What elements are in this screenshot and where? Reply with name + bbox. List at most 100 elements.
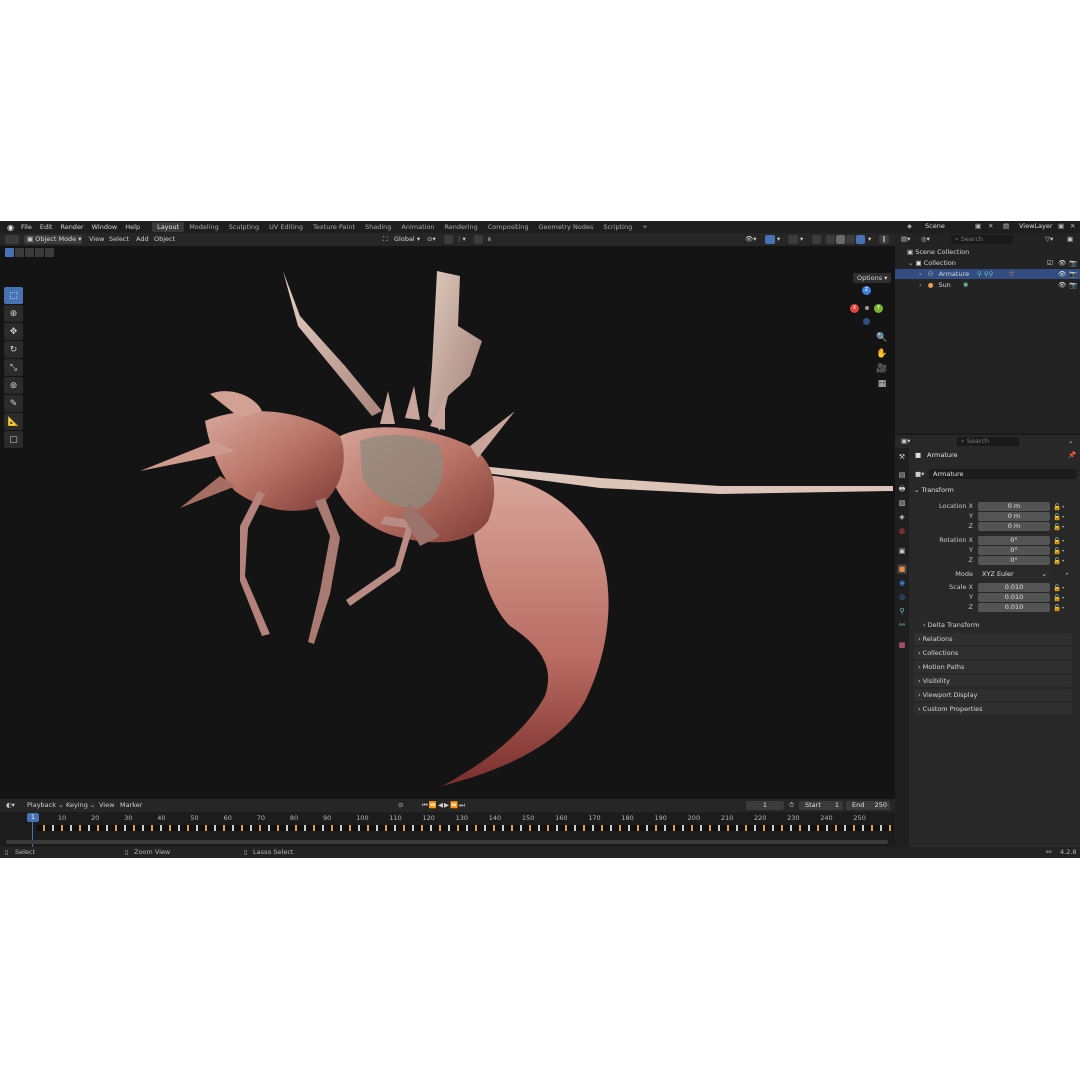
workspace-tab-rendering[interactable]: Rendering — [440, 222, 483, 232]
pin-icon[interactable]: 📌 — [1068, 451, 1076, 459]
menu-view[interactable]: View — [89, 235, 104, 244]
menu-select[interactable]: Select — [109, 235, 129, 244]
panel-relations[interactable]: › Relations — [914, 633, 1072, 645]
gizmo-dropdown-icon[interactable]: ▾ — [777, 235, 780, 244]
scale-z-field[interactable]: 0.010 — [978, 603, 1050, 612]
scale-lock-icons[interactable]: 🔓• 🔓• 🔓• — [1053, 583, 1065, 613]
gizmo-y-axis[interactable]: Y — [874, 304, 883, 313]
outliner-filter-mode-icon[interactable]: ◎▾ — [921, 235, 930, 243]
new-collection-icon[interactable]: ▣ — [1067, 235, 1073, 243]
end-frame-field[interactable]: End 250 — [846, 801, 890, 810]
collection-render-icon[interactable]: 📷 — [1069, 258, 1077, 268]
collection-tab-icon[interactable]: ▣ — [897, 546, 907, 556]
expand-chevron-icon[interactable]: › — [919, 281, 922, 289]
transform-orientation-dropdown[interactable]: Global ▾ — [391, 235, 423, 244]
gizmo-toggle-icon[interactable] — [765, 235, 775, 244]
annotate-tool-icon[interactable]: ✎ — [4, 395, 23, 412]
menu-edit[interactable]: Edit — [36, 223, 57, 231]
scene-selector[interactable]: Scene — [925, 222, 945, 230]
physics-tab-icon[interactable]: ◉ — [897, 578, 907, 588]
measure-tool-icon[interactable]: 📐 — [4, 413, 23, 430]
sun-render-icon[interactable]: 📷 — [1069, 280, 1077, 290]
pan-hand-icon[interactable]: ✋ — [876, 348, 888, 360]
scale-tool-icon[interactable]: ⤡ — [4, 359, 23, 376]
playback-menu[interactable]: Playback ⌄ — [27, 801, 64, 810]
timeline-scrollbar[interactable] — [6, 840, 888, 844]
proportional-editing-icon[interactable] — [474, 235, 483, 244]
timeline-area[interactable]: 10 20 30 40 50 60 70 80 90 100 110 120 130 140 150 160 1… — [0, 812, 895, 847]
rotation-mode-dropdown[interactable]: XYZ Euler ⌄ — [978, 570, 1050, 579]
workspace-tab-compositing[interactable]: Compositing — [483, 222, 534, 232]
scene-collection-row[interactable]: ▣ Scene Collection — [895, 247, 1080, 257]
preview-range-icon[interactable]: ⏱ — [789, 801, 794, 810]
menu-file[interactable]: File — [17, 223, 36, 231]
object-name-field[interactable]: Armature — [929, 469, 1077, 479]
menu-help[interactable]: Help — [121, 223, 144, 231]
timeline-view-menu[interactable]: View — [99, 801, 114, 810]
scale-y-field[interactable]: 0.010 — [978, 593, 1050, 602]
outliner-item-armature[interactable]: › ⚇ Armature ⚲ ⚲⚲ ▽ 👁 📷 — [895, 269, 1080, 279]
panel-custom-properties[interactable]: › Custom Properties — [914, 703, 1072, 715]
scene-tab-icon[interactable]: ◈ — [897, 512, 907, 522]
properties-search-field[interactable]: ⌕ Search — [957, 437, 1019, 446]
collection-visibility-icon[interactable]: 👁 — [1058, 258, 1066, 268]
transform-panel-header[interactable]: ⌄ Transform — [914, 484, 1074, 496]
location-z-field[interactable]: 0 m — [978, 522, 1050, 531]
scale-x-field[interactable]: 0.010 — [978, 583, 1050, 592]
panel-viewport-display[interactable]: › Viewport Display — [914, 689, 1072, 701]
sun-visibility-icon[interactable]: 👁 — [1058, 280, 1066, 290]
constraints-tab-icon[interactable]: ◎ — [897, 592, 907, 602]
sun-light-data-icon[interactable]: ✺ — [963, 280, 968, 290]
rotation-mode-keyframe-icon[interactable]: • — [1065, 570, 1069, 578]
snap-target-icon[interactable]: ⋮▾ — [456, 235, 466, 244]
armature-data-icons[interactable]: ⚲ ⚲⚲ — [977, 269, 993, 279]
3d-viewport[interactable]: ⬚ ⊕ ✥ ↻ ⤡ ⊛ ✎ 📐 ▢ Options ▾ Z X Y 🔍 ✋ 🎥 … — [0, 246, 895, 799]
texture-tab-icon[interactable]: ▩ — [897, 640, 907, 650]
expand-chevron-icon[interactable]: › — [919, 270, 922, 278]
world-tab-icon[interactable]: ◍ — [897, 526, 907, 536]
outliner-filter-icon[interactable]: ▽▾ — [1045, 235, 1053, 243]
properties-editor-icon[interactable]: ▣▾ — [901, 437, 910, 445]
panel-collections[interactable]: › Collections — [914, 647, 1072, 659]
start-frame-field[interactable]: Start 1 — [799, 801, 843, 810]
menu-add[interactable]: Add — [136, 235, 149, 244]
snap-toggle-icon[interactable] — [444, 235, 453, 244]
delete-scene-icon[interactable]: ✕ — [988, 222, 993, 230]
mode-selector[interactable]: ▣ Object Mode ▾ — [24, 235, 82, 244]
rotation-lock-icons[interactable]: 🔓• 🔓• 🔓• — [1053, 536, 1065, 566]
menu-object[interactable]: Object — [154, 235, 175, 244]
rotation-y-field[interactable]: 0° — [978, 546, 1050, 555]
delete-viewlayer-icon[interactable]: ✕ — [1070, 222, 1075, 230]
current-frame-field[interactable]: 1 — [746, 801, 784, 810]
select-box-tool-icon[interactable]: ⬚ — [4, 287, 23, 304]
pivot-point-icon[interactable]: ⊙▾ — [427, 235, 436, 244]
marker-menu[interactable]: Marker — [120, 801, 142, 810]
transform-tool-icon[interactable]: ⊛ — [4, 377, 23, 394]
bone-tab-icon[interactable]: ⚯ — [897, 620, 907, 630]
shading-rendered-icon[interactable] — [856, 235, 865, 244]
rotation-z-field[interactable]: 0° — [978, 556, 1050, 565]
timeline-editor-icon[interactable]: ◐▾ — [6, 801, 15, 810]
gizmo-z-axis[interactable]: Z — [862, 286, 871, 295]
view-layer-tab-icon[interactable]: ▧ — [897, 498, 907, 508]
panel-motion-paths[interactable]: › Motion Paths — [914, 661, 1072, 673]
render-tab-icon[interactable]: ▤ — [897, 470, 907, 480]
output-tab-icon[interactable]: 🖶 — [897, 484, 907, 494]
object-data-tab-icon[interactable]: ⚲ — [897, 606, 907, 616]
editor-type-icon[interactable] — [5, 235, 19, 244]
workspace-tab-layout[interactable]: Layout — [152, 222, 185, 232]
collection-exclude-checkbox-icon[interactable]: ☑ — [1047, 258, 1053, 268]
workspace-tab-sculpting[interactable]: Sculpting — [224, 222, 264, 232]
armature-visibility-icon[interactable]: 👁 — [1058, 269, 1066, 279]
add-workspace-button[interactable]: + — [637, 222, 652, 232]
options-dropdown[interactable]: Options ▾ — [853, 273, 892, 283]
modifier-icon[interactable]: ▽ — [1009, 269, 1014, 279]
rotation-x-field[interactable]: 0° — [978, 536, 1050, 545]
playback-controls[interactable]: ⏮⏪◀▶⏩⏭ — [422, 801, 466, 810]
new-viewlayer-icon[interactable]: ▣ — [1058, 222, 1064, 230]
workspace-tab-uv-editing[interactable]: UV Editing — [264, 222, 308, 232]
panel-visibility[interactable]: › Visibility — [914, 675, 1072, 687]
shading-dropdown-icon[interactable]: ▾ — [868, 235, 871, 244]
collapse-chevron-icon[interactable]: ⌄ — [908, 259, 913, 267]
outliner-editor-icon[interactable]: ▤▾ — [901, 235, 910, 243]
